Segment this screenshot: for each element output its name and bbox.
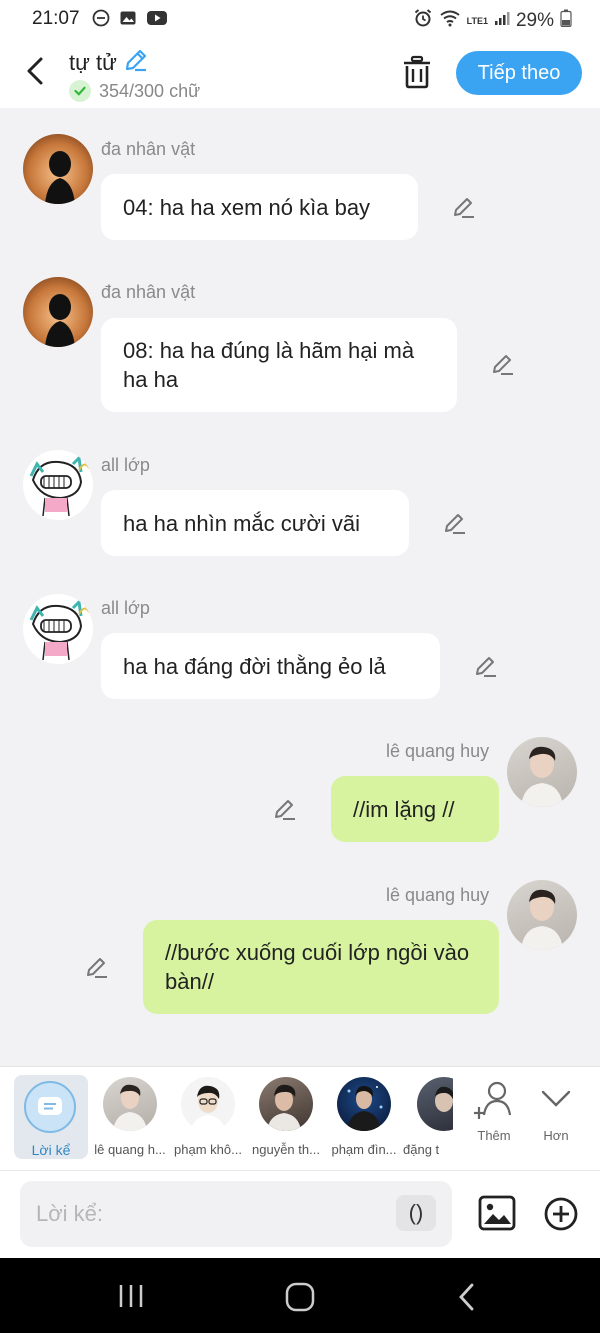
battery-percent: 29%: [515, 9, 554, 31]
narration-input[interactable]: [20, 1181, 452, 1247]
home-icon: [285, 1282, 315, 1312]
message-text: 08: ha ha đúng là hãm hại mà ha ha: [123, 338, 415, 392]
message-bubble[interactable]: 04: ha ha xem nó kìa bay: [101, 174, 418, 240]
status-time: 21:07: [32, 8, 80, 29]
add-person-icon: [473, 1081, 512, 1119]
character-name: phạm khô...: [174, 1142, 242, 1157]
system-nav-bar: [0, 1258, 600, 1333]
back-nav-button[interactable]: [456, 1282, 478, 1317]
back-nav-icon: [459, 1283, 474, 1311]
add-button[interactable]: [543, 1196, 579, 1237]
image-button[interactable]: [478, 1194, 516, 1237]
edit-message-icon[interactable]: [84, 955, 110, 981]
chevron-down-icon: [541, 1090, 571, 1107]
character-name: nguyễn th...: [252, 1142, 320, 1157]
recent-apps-button[interactable]: [116, 1283, 146, 1314]
avatar[interactable]: [23, 134, 93, 204]
message-bubble[interactable]: //bước xuống cuối lớp ngồi vào bàn//: [143, 920, 499, 1014]
message-bubble[interactable]: ha ha nhìn mắc cười vãi: [101, 490, 409, 556]
narrator-selector[interactable]: Lời kể: [14, 1075, 88, 1159]
character-item[interactable]: phạm khô...: [169, 1077, 247, 1157]
signal-icon: [494, 10, 510, 31]
edit-message-icon[interactable]: [272, 797, 298, 823]
character-bar: Lời kể lê quang h... phạm khô... nguyễn …: [0, 1066, 600, 1171]
character-item[interactable]: đặng t: [403, 1077, 453, 1157]
add-character-button[interactable]: Thêm: [464, 1077, 524, 1143]
plus-circle-icon: [544, 1197, 578, 1231]
character-avatar: [181, 1077, 235, 1131]
character-item[interactable]: phạm đìn...: [325, 1077, 403, 1157]
back-button[interactable]: [20, 54, 50, 88]
wifi-icon: [439, 9, 461, 32]
edit-message-icon[interactable]: [473, 654, 499, 680]
character-item[interactable]: lê quang h...: [91, 1077, 169, 1157]
home-button[interactable]: [284, 1282, 316, 1317]
header-bar: tự tử 354/300 chữ Tiếp theo: [0, 38, 600, 108]
character-item[interactable]: nguyễn th...: [247, 1077, 325, 1157]
character-avatar: [103, 1077, 157, 1131]
avatar[interactable]: [23, 277, 93, 347]
edit-title-icon[interactable]: [123, 47, 149, 79]
message-text: 04: ha ha xem nó kìa bay: [123, 194, 371, 220]
sender-name: all lớp: [101, 455, 150, 475]
composer-bar: (): [0, 1170, 600, 1259]
message-text: //im lặng //: [353, 796, 455, 822]
avatar[interactable]: [23, 594, 93, 664]
message-bubble[interactable]: 08: ha ha đúng là hãm hại mà ha ha: [101, 318, 457, 412]
recent-apps-icon: [119, 1285, 143, 1307]
monster-sticker-icon: [29, 454, 90, 517]
message-bubble[interactable]: ha ha đáng đời thằng ẻo lả: [101, 633, 440, 699]
character-avatar: [337, 1077, 391, 1131]
edit-message-icon[interactable]: [490, 352, 516, 378]
battery-icon: [560, 9, 572, 32]
alarm-icon: [413, 8, 433, 33]
sender-name: lê quang huy: [386, 741, 490, 761]
gallery-icon: [119, 9, 137, 32]
trash-icon: [404, 55, 430, 89]
image-icon: [478, 1195, 516, 1231]
message-text: //bước xuống cuối lớp ngồi vào bàn//: [165, 940, 470, 994]
person-photo-icon: [521, 889, 563, 950]
next-button[interactable]: Tiếp theo: [456, 51, 582, 95]
edit-message-icon[interactable]: [451, 195, 477, 221]
back-arrow-icon: [27, 57, 43, 85]
character-avatar: [259, 1077, 313, 1131]
silhouette-icon: [45, 151, 75, 204]
avatar[interactable]: [507, 737, 577, 807]
character-name: lê quang h...: [94, 1142, 166, 1157]
avatar[interactable]: [23, 450, 93, 520]
check-icon: [69, 80, 91, 102]
sender-name: đa nhân vật: [101, 139, 196, 159]
add-label: Thêm: [477, 1128, 511, 1143]
message-text: ha ha đáng đời thằng ẻo lả: [123, 653, 386, 679]
word-count: 354/300 chữ: [69, 80, 200, 102]
character-avatar: [417, 1077, 453, 1131]
person-photo-icon: [521, 746, 563, 807]
delete-button[interactable]: [400, 54, 434, 90]
story-title-text: tự tử: [69, 50, 117, 75]
message-bubble[interactable]: //im lặng //: [331, 776, 499, 842]
status-bar: 21:07 LTE1 29%: [0, 0, 600, 38]
monster-sticker-icon: [29, 598, 90, 661]
character-name: phạm đìn...: [331, 1142, 397, 1157]
network-label: LTE1: [466, 15, 488, 26]
more-label: Hơn: [543, 1128, 569, 1143]
edit-message-icon[interactable]: [442, 511, 468, 537]
message-text: ha ha nhìn mắc cười vãi: [123, 510, 361, 536]
narrator-label: Lời kể: [31, 1142, 71, 1158]
do-not-disturb-icon: [92, 9, 110, 32]
more-button[interactable]: Hơn: [526, 1077, 586, 1143]
word-count-text: 354/300 chữ: [99, 80, 201, 101]
youtube-icon: [146, 9, 168, 32]
avatar[interactable]: [507, 880, 577, 950]
sender-name: lê quang huy: [386, 885, 490, 905]
story-title[interactable]: tự tử: [69, 47, 149, 79]
parentheses-button[interactable]: (): [396, 1195, 436, 1231]
narrator-icon: [24, 1081, 76, 1133]
sender-name: all lớp: [101, 598, 150, 618]
sender-name: đa nhân vật: [101, 282, 196, 302]
character-name: đặng t: [403, 1142, 440, 1157]
silhouette-icon: [45, 294, 75, 347]
